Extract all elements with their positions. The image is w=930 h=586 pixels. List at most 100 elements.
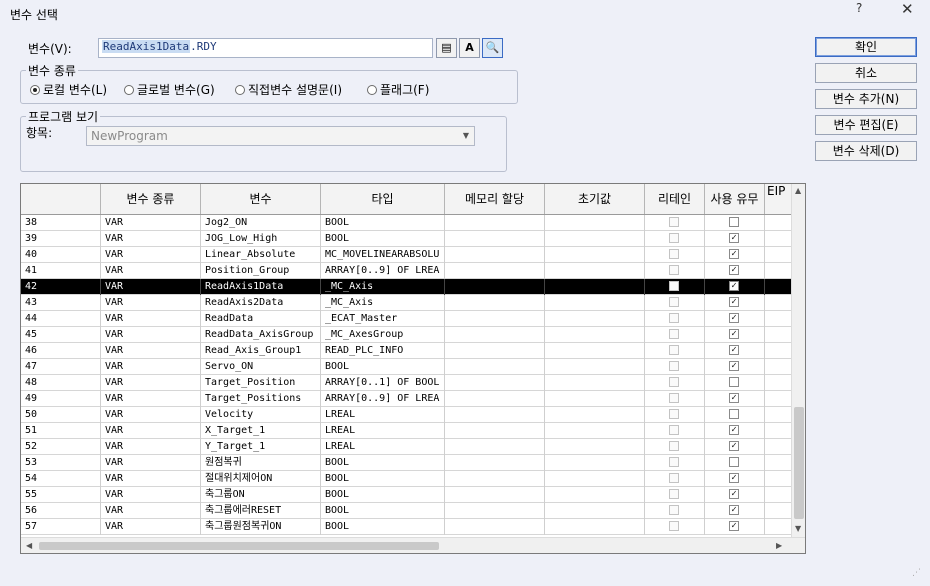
used-checkbox[interactable] (729, 217, 739, 227)
column-header-variable[interactable]: 변수 (201, 184, 321, 214)
table-row[interactable]: 43 VAR ReadAxis2Data _MC_Axis ✓ (21, 295, 791, 311)
close-icon[interactable]: ✕ (901, 0, 914, 18)
retain-checkbox[interactable] (669, 521, 679, 531)
ok-button[interactable]: 확인 (815, 37, 917, 57)
used-checkbox[interactable]: ✓ (729, 249, 739, 259)
table-row[interactable]: 55 VAR 축그룹ON BOOL ✓ (21, 487, 791, 503)
horizontal-scroll-thumb[interactable] (39, 542, 439, 550)
scroll-up-icon[interactable]: ▲ (795, 186, 801, 195)
radio-global-variable[interactable]: 글로벌 변수(G) (124, 81, 215, 98)
table-row[interactable]: 40 VAR Linear_Absolute MC_MOVELINEARABSOLU ✓ (21, 247, 791, 263)
column-header-kind[interactable]: 변수 종류 (101, 184, 201, 214)
cell-used: ✓ (705, 247, 765, 263)
radio-direct-variable[interactable]: 직접변수 설명문(I) (235, 81, 342, 98)
table-row[interactable]: 39 VAR JOG_Low_High BOOL ✓ (21, 231, 791, 247)
program-select[interactable]: NewProgram ▼ (86, 126, 475, 146)
cell-kind: VAR (101, 231, 201, 247)
used-checkbox[interactable]: ✓ (729, 329, 739, 339)
column-header-eip[interactable]: EIP (765, 184, 791, 214)
table-row[interactable]: 48 VAR Target_Position ARRAY[0..1] OF BOOL (21, 375, 791, 391)
used-checkbox[interactable]: ✓ (729, 521, 739, 531)
retain-checkbox[interactable] (669, 217, 679, 227)
used-checkbox[interactable]: ✓ (729, 425, 739, 435)
font-icon[interactable]: A (459, 38, 480, 58)
retain-checkbox[interactable] (669, 489, 679, 499)
scroll-down-icon[interactable]: ▼ (795, 524, 801, 533)
used-checkbox[interactable]: ✓ (729, 345, 739, 355)
scroll-left-icon[interactable]: ◀ (26, 541, 32, 550)
used-checkbox[interactable] (729, 457, 739, 467)
retain-checkbox[interactable] (669, 393, 679, 403)
retain-checkbox[interactable] (669, 281, 679, 291)
table-row[interactable]: 46 VAR Read_Axis_Group1 READ_PLC_INFO ✓ (21, 343, 791, 359)
used-checkbox[interactable] (729, 377, 739, 387)
retain-checkbox[interactable] (669, 457, 679, 467)
table-row[interactable]: 53 VAR 원점복귀 BOOL (21, 455, 791, 471)
vertical-scrollbar[interactable]: ▲ ▼ (791, 184, 805, 537)
table-row[interactable]: 50 VAR Velocity LREAL (21, 407, 791, 423)
radio-local-variable[interactable]: 로컬 변수(L) (30, 81, 107, 98)
horizontal-scrollbar[interactable]: ◀ ▶ (21, 537, 805, 553)
table-row[interactable]: 41 VAR Position_Group ARRAY[0..9] OF LREA ✓ (21, 263, 791, 279)
retain-checkbox[interactable] (669, 233, 679, 243)
chevron-down-icon: ▼ (462, 131, 469, 140)
variable-input[interactable]: ReadAxis1Data.RDY (98, 38, 433, 58)
column-header-type[interactable]: 타입 (321, 184, 445, 214)
table-row[interactable]: 45 VAR ReadData_AxisGroup _MC_AxesGroup ✓ (21, 327, 791, 343)
table-row[interactable]: 47 VAR Servo_ON BOOL ✓ (21, 359, 791, 375)
list-view-icon[interactable]: ▤ (436, 38, 457, 58)
retain-checkbox[interactable] (669, 329, 679, 339)
retain-checkbox[interactable] (669, 249, 679, 259)
used-checkbox[interactable]: ✓ (729, 297, 739, 307)
retain-checkbox[interactable] (669, 377, 679, 387)
table-row[interactable]: 57 VAR 축그룹원점복귀ON BOOL ✓ (21, 519, 791, 535)
table-row[interactable]: 44 VAR ReadData _ECAT_Master ✓ (21, 311, 791, 327)
delete-variable-button[interactable]: 변수 삭제(D) (815, 141, 917, 161)
add-variable-button[interactable]: 변수 추가(N) (815, 89, 917, 109)
used-checkbox[interactable]: ✓ (729, 505, 739, 515)
retain-checkbox[interactable] (669, 441, 679, 451)
scroll-right-icon[interactable]: ▶ (776, 541, 782, 550)
used-checkbox[interactable]: ✓ (729, 313, 739, 323)
used-checkbox[interactable] (729, 409, 739, 419)
used-checkbox[interactable]: ✓ (729, 361, 739, 371)
retain-checkbox[interactable] (669, 265, 679, 275)
table-row[interactable]: 56 VAR 축그룹에러RESET BOOL ✓ (21, 503, 791, 519)
used-checkbox[interactable]: ✓ (729, 473, 739, 483)
retain-checkbox[interactable] (669, 505, 679, 515)
row-number: 55 (21, 487, 101, 503)
retain-checkbox[interactable] (669, 473, 679, 483)
resize-grip-icon[interactable]: ⋰ (912, 568, 926, 582)
used-checkbox[interactable]: ✓ (729, 489, 739, 499)
used-checkbox[interactable]: ✓ (729, 393, 739, 403)
column-header-retain[interactable]: 리테인 (645, 184, 705, 214)
cancel-button[interactable]: 취소 (815, 63, 917, 83)
used-checkbox[interactable]: ✓ (729, 441, 739, 451)
column-header-used[interactable]: 사용 유무 (705, 184, 765, 214)
column-header-initial[interactable]: 초기값 (545, 184, 645, 214)
retain-checkbox[interactable] (669, 345, 679, 355)
search-icon[interactable]: 🔍 (482, 38, 503, 58)
edit-variable-button[interactable]: 변수 편집(E) (815, 115, 917, 135)
column-header-memory[interactable]: 메모리 할당 (445, 184, 545, 214)
cell-eip (765, 455, 791, 471)
table-row[interactable]: 49 VAR Target_Positions ARRAY[0..9] OF LREA… (21, 391, 791, 407)
used-checkbox[interactable]: ✓ (729, 281, 739, 291)
table-row[interactable]: 38 VAR Jog2_ON BOOL (21, 215, 791, 231)
cell-used: ✓ (705, 519, 765, 535)
table-row[interactable]: 52 VAR Y_Target_1 LREAL ✓ (21, 439, 791, 455)
vertical-scroll-thumb[interactable] (794, 407, 804, 519)
retain-checkbox[interactable] (669, 297, 679, 307)
column-header-number[interactable] (21, 184, 101, 214)
help-icon[interactable]: ? (856, 1, 862, 15)
used-checkbox[interactable]: ✓ (729, 233, 739, 243)
retain-checkbox[interactable] (669, 425, 679, 435)
retain-checkbox[interactable] (669, 409, 679, 419)
radio-flag[interactable]: 플래그(F) (367, 81, 429, 98)
retain-checkbox[interactable] (669, 361, 679, 371)
table-row[interactable]: 51 VAR X_Target_1 LREAL ✓ (21, 423, 791, 439)
table-row[interactable]: 42 VAR ReadAxis1Data _MC_Axis ✓ (21, 279, 791, 295)
retain-checkbox[interactable] (669, 313, 679, 323)
used-checkbox[interactable]: ✓ (729, 265, 739, 275)
table-row[interactable]: 54 VAR 절대위치제어ON BOOL ✓ (21, 471, 791, 487)
